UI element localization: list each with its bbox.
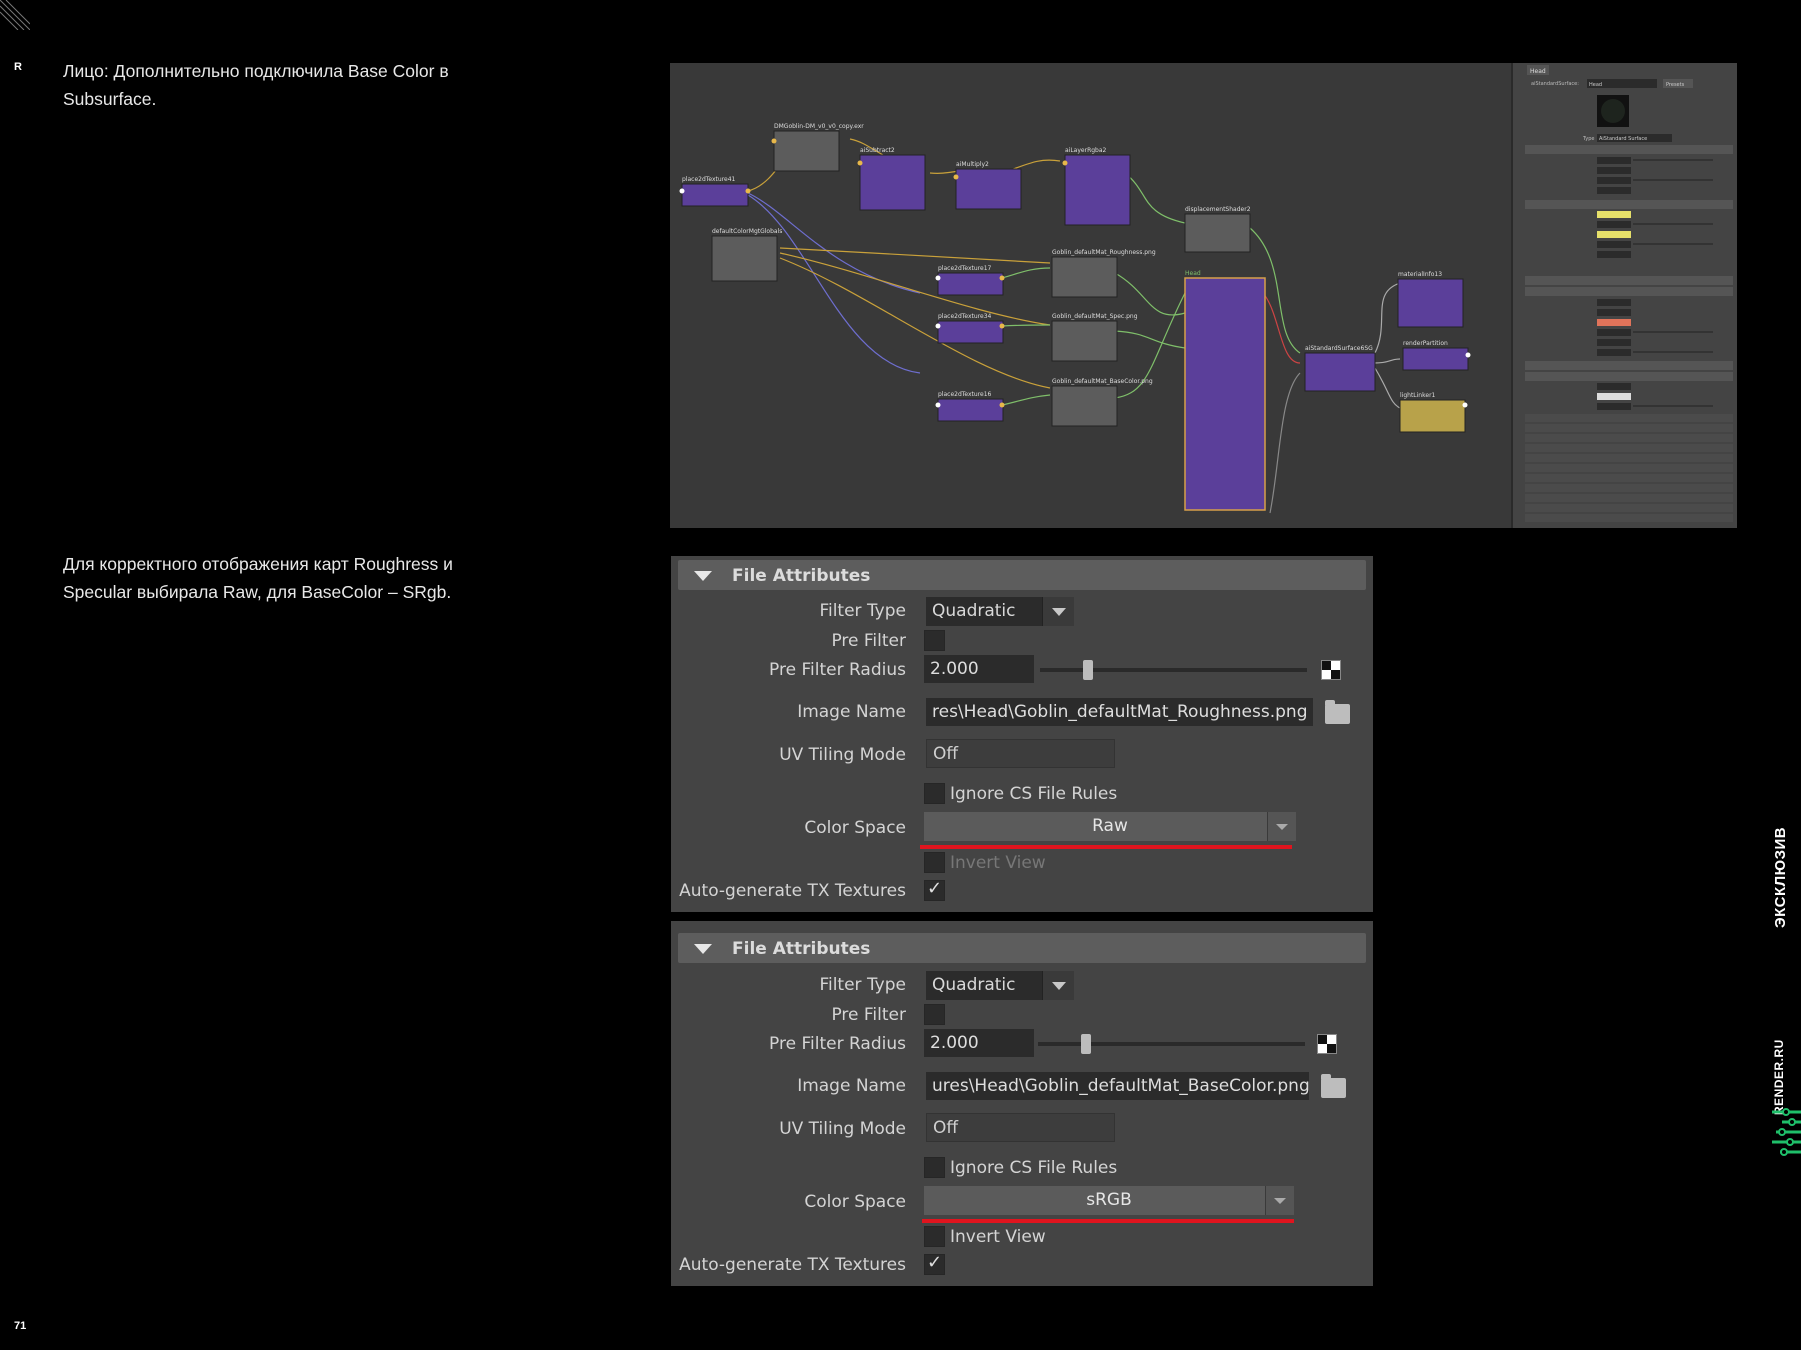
svg-text:Goblin_defaultMat_BaseColor.pn: Goblin_defaultMat_BaseColor.png	[1052, 378, 1153, 385]
corner-hatch-decoration	[0, 0, 30, 30]
filter-type-value: Quadratic	[932, 601, 1016, 621]
filter-type-value: Quadratic	[932, 975, 1016, 995]
color-space-label: Color Space	[804, 1192, 906, 1212]
auto-generate-tx-label: Auto-generate TX Textures	[679, 1255, 906, 1275]
section-title: File Attributes	[732, 939, 871, 959]
svg-text:aiLayerRgba2: aiLayerRgba2	[1065, 147, 1107, 154]
filter-type-label: Filter Type	[819, 601, 906, 621]
color-space-dropdown[interactable]: sRGB	[924, 1186, 1294, 1215]
invert-view-checkbox[interactable]	[924, 1226, 945, 1247]
auto-generate-tx-checkbox[interactable]	[924, 1252, 945, 1275]
chevron-down-icon[interactable]	[1042, 597, 1074, 626]
image-name-label: Image Name	[797, 702, 906, 722]
pre-filter-radius-slider[interactable]	[1040, 668, 1307, 672]
folder-icon[interactable]	[1325, 700, 1350, 724]
node-label-place2dtexture41: place2dTexture41	[682, 176, 736, 183]
brand-logo-icon	[1772, 1108, 1801, 1156]
chevron-down-icon[interactable]	[1042, 971, 1074, 1000]
ignore-cs-file-rules-checkbox[interactable]	[924, 1157, 945, 1178]
pre-filter-label: Pre Filter	[831, 1005, 906, 1025]
uv-tiling-mode-dropdown[interactable]: Off	[926, 739, 1115, 768]
map-checker-icon[interactable]	[1321, 660, 1341, 680]
collapse-arrow-icon[interactable]	[694, 944, 712, 954]
chevron-down-icon[interactable]	[1265, 1186, 1294, 1215]
uv-tiling-mode-label: UV Tiling Mode	[779, 745, 906, 765]
file-attributes-panel-roughness: File Attributes Filter Type Quadratic Pr…	[671, 556, 1373, 912]
pre-filter-checkbox[interactable]	[924, 1004, 945, 1025]
file-attributes-header[interactable]: File Attributes	[678, 933, 1366, 963]
attribute-editor-mini: Head aiStandardSurface: Head Presets Typ…	[1525, 65, 1733, 522]
filter-type-label: Filter Type	[819, 975, 906, 995]
uv-tiling-mode-label: UV Tiling Mode	[779, 1119, 906, 1139]
highlight-underline	[922, 1219, 1294, 1223]
color-space-value: Raw	[1092, 816, 1128, 836]
svg-text:Goblin_defaultMat_Roughness.pn: Goblin_defaultMat_Roughness.png	[1052, 249, 1156, 256]
paragraph-face: Лицо: Дополнительно подключила Base Colo…	[63, 61, 449, 109]
highlight-underline	[920, 845, 1292, 849]
svg-text:Presets: Presets	[1666, 82, 1685, 88]
section-title: File Attributes	[732, 566, 871, 586]
svg-text:materialInfo13: materialInfo13	[1398, 271, 1442, 278]
svg-text:aiSubtract2: aiSubtract2	[860, 147, 895, 154]
svg-text:aiStandardSurface:: aiStandardSurface:	[1531, 81, 1579, 87]
svg-text:AiStandard Surface: AiStandard Surface	[1599, 136, 1647, 142]
svg-text:Head: Head	[1589, 82, 1602, 88]
pre-filter-radius-field[interactable]: 2.000	[924, 655, 1034, 683]
svg-text:defaultColorMgtGlobals: defaultColorMgtGlobals	[712, 228, 782, 235]
image-name-label: Image Name	[797, 1076, 906, 1096]
color-space-label: Color Space	[804, 818, 906, 838]
svg-text:place2dTexture16: place2dTexture16	[938, 391, 992, 398]
page-number: 71	[14, 1320, 27, 1332]
corner-mark: R	[14, 61, 22, 73]
filter-type-dropdown[interactable]: Quadratic	[926, 971, 1074, 1000]
svg-text:DMGoblin-DM_v0_v0_copy.exr: DMGoblin-DM_v0_v0_copy.exr	[774, 123, 864, 130]
pre-filter-radius-slider[interactable]	[1038, 1042, 1305, 1046]
pre-filter-radius-field[interactable]: 2.000	[924, 1029, 1034, 1057]
svg-text:place2dTexture34: place2dTexture34	[938, 313, 992, 320]
collapse-arrow-icon[interactable]	[694, 571, 712, 581]
ignore-cs-file-rules-checkbox[interactable]	[924, 783, 945, 804]
svg-text:Type: Type	[1582, 136, 1594, 142]
svg-text:Head: Head	[1185, 270, 1201, 277]
svg-text:aiMultiply2: aiMultiply2	[956, 161, 989, 168]
svg-text:Head: Head	[1530, 68, 1546, 75]
slider-handle[interactable]	[1081, 1034, 1092, 1054]
paragraph-color-space: Для корректного отображения карт Roughre…	[63, 554, 453, 602]
pre-filter-label: Pre Filter	[831, 631, 906, 651]
pre-filter-radius-label: Pre Filter Radius	[769, 1034, 906, 1054]
svg-text:displacementShader2: displacementShader2	[1185, 206, 1251, 213]
auto-generate-tx-checkbox[interactable]	[924, 878, 945, 901]
color-space-value: sRGB	[1086, 1190, 1132, 1210]
file-attributes-header[interactable]: File Attributes	[678, 560, 1366, 590]
svg-text:lightLinker1: lightLinker1	[1400, 392, 1436, 399]
brand-label: RENDER.RU	[1772, 1039, 1786, 1115]
file-attributes-panel-basecolor: File Attributes Filter Type Quadratic Pr…	[671, 921, 1373, 1286]
image-name-field[interactable]: res\Head\Goblin_defaultMat_Roughness.png	[926, 698, 1313, 726]
side-label-exclusive: ЭКСКЛЮЗИВ	[1772, 826, 1789, 928]
invert-view-checkbox[interactable]	[924, 852, 945, 873]
folder-icon[interactable]	[1321, 1074, 1346, 1098]
invert-view-label: Invert View	[950, 1227, 1046, 1247]
chevron-down-icon[interactable]	[1267, 812, 1296, 841]
svg-text:aiStandardSurface6SG: aiStandardSurface6SG	[1305, 345, 1373, 352]
attribute-editor-panel: Head aiStandardSurface: Head Presets Typ…	[1511, 63, 1737, 528]
node-editor-screenshot: place2dTexture41 DMGoblin-DM_v0_v0_copy.…	[670, 63, 1737, 528]
map-checker-icon[interactable]	[1317, 1034, 1337, 1054]
invert-view-label: Invert View	[950, 853, 1046, 873]
pre-filter-radius-label: Pre Filter Radius	[769, 660, 906, 680]
pre-filter-checkbox[interactable]	[924, 630, 945, 651]
uv-tiling-mode-dropdown[interactable]: Off	[926, 1113, 1115, 1142]
ignore-cs-file-rules-label: Ignore CS File Rules	[950, 784, 1118, 804]
svg-text:Goblin_defaultMat_Spec.png: Goblin_defaultMat_Spec.png	[1052, 313, 1138, 320]
node-graph: place2dTexture41 DMGoblin-DM_v0_v0_copy.…	[679, 123, 1471, 514]
svg-text:renderPartition: renderPartition	[1403, 340, 1448, 347]
ignore-cs-file-rules-label: Ignore CS File Rules	[950, 1158, 1118, 1178]
auto-generate-tx-label: Auto-generate TX Textures	[679, 881, 906, 901]
slider-handle[interactable]	[1083, 660, 1094, 680]
color-space-dropdown[interactable]: Raw	[924, 812, 1296, 841]
svg-text:place2dTexture17: place2dTexture17	[938, 265, 992, 272]
filter-type-dropdown[interactable]: Quadratic	[926, 597, 1074, 626]
image-name-field[interactable]: ures\Head\Goblin_defaultMat_BaseColor.pn…	[926, 1072, 1309, 1100]
